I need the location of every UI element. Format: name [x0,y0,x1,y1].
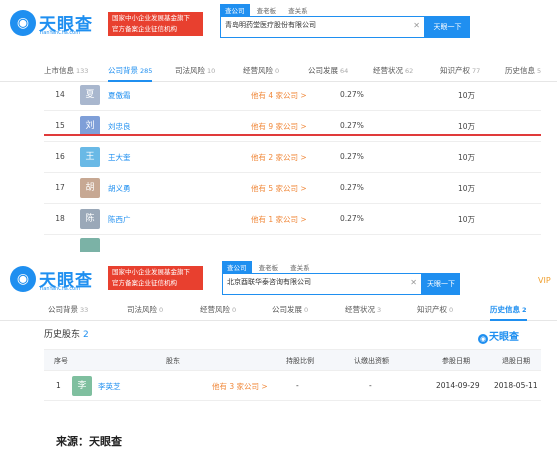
shareholder-name[interactable]: 李英芝 [98,381,121,392]
tab-operating-status[interactable]: 经营状况 3 [345,299,381,321]
section-title: 历史股东 2 [44,330,89,340]
company-count-link[interactable]: 他有 3 家公司 > [212,381,268,392]
table-row: 18 陈 陈西广 他有 1 家公司 > 0.27% 10万 [44,204,541,235]
search-input[interactable] [225,21,398,29]
avatar: 刘 [80,116,100,136]
tab-judicial-risk[interactable]: 司法风险 10 [175,60,215,82]
table-row: 1 李 李英芝 他有 3 家公司 > - - 2014-09-29 2018-0… [44,371,541,401]
tab-operating-risk[interactable]: 经营风险 0 [200,299,236,321]
header-top: ◉ 天眼查 TianYanCha.com 国家中小企业发展基金旗下 官方备案企业… [0,0,557,50]
search-tab-boss[interactable]: 查老板 [254,261,284,273]
search-button[interactable]: 天眼一下 [422,273,460,295]
table-header: 序号 股东 持股比例 认缴出资额 参股日期 退股日期 [44,349,541,371]
badge-line-2: 官方备案企业征信机构 [112,25,177,33]
shareholder-name[interactable]: 夏傲霜 [108,90,131,101]
search-type-tabs: 查公司 查老板 查关系 [220,4,313,16]
exit-date: 2018-05-11 [494,381,538,390]
search-tab-relation[interactable]: 查关系 [285,261,315,273]
search-input[interactable] [227,278,396,286]
search-box: ✕ [220,16,425,38]
search-tab-company[interactable]: 查公司 [220,4,250,16]
share-ratio: 0.27% [340,152,364,161]
table-row: 16 王 王大奎 他有 2 家公司 > 0.27% 10万 [44,142,541,173]
company-count-link[interactable]: 他有 1 家公司 > [251,214,307,225]
avatar: 李 [72,376,92,396]
avatar: 胡 [80,178,100,198]
certification-badge: 国家中小企业发展基金旗下 官方备案企业征信机构 [108,266,203,290]
join-date: 2014-09-29 [436,381,480,390]
search-tab-relation[interactable]: 查关系 [283,4,313,16]
header-bottom: ◉ 天眼查 TianYanCha.com 国家中小企业发展基金旗下 官方备案企业… [0,258,557,298]
table-row: 14 夏 夏傲霜 他有 4 家公司 > 0.27% 10万 [44,80,541,111]
search-tab-company[interactable]: 查公司 [222,261,252,273]
vip-label[interactable]: VIP [538,276,551,285]
tab-intellectual-property[interactable]: 知识产权 77 [440,60,480,82]
certification-badge: 国家中小企业发展基金旗下 官方备案企业征信机构 [108,12,203,36]
tab-history-info[interactable]: 历史信息 5 [505,60,541,82]
badge-line-1: 国家中小企业发展基金旗下 [112,268,190,276]
clear-icon[interactable]: ✕ [413,21,420,30]
tab-company-background[interactable]: 公司背景 285 [108,60,153,82]
tab-company-development[interactable]: 公司发展 0 [272,299,308,321]
logo[interactable]: ◉ 天眼查 TianYanCha.com [10,8,102,42]
search-type-tabs: 查公司 查老板 查关系 [222,261,315,273]
table-row: 15 刘 刘忠良 他有 9 家公司 > 0.27% 10万 [44,111,541,142]
capital-amount: 10万 [458,91,476,100]
clear-icon[interactable]: ✕ [410,278,417,287]
logo-subtitle: TianYanCha.com [39,30,81,36]
tab-listing-info[interactable]: 上市信息 133 [44,60,88,82]
tab-operating-risk[interactable]: 经营风险 0 [243,60,279,82]
tab-operating-status[interactable]: 经营状况 62 [373,60,413,82]
tab-bar-2: 公司背景 33 司法风险 0 经营风险 0 公司发展 0 经营状况 3 知识产权 0 历史信… [0,299,557,321]
capital-amount: 10万 [458,153,476,162]
share-ratio: - [296,381,299,390]
company-count-link[interactable]: 他有 2 家公司 > [251,152,307,163]
tab-company-background[interactable]: 公司背景 33 [48,299,88,321]
share-ratio: 0.27% [340,183,364,192]
avatar: 陈 [80,209,100,229]
company-count-link[interactable]: 他有 4 家公司 > [251,90,307,101]
logo-eye-icon: ◉ [10,266,36,292]
company-count-link[interactable]: 他有 9 家公司 > [251,121,307,132]
avatar: 夏 [80,85,100,105]
brand-eye-icon: ◉ [478,334,488,344]
share-ratio: 0.27% [340,214,364,223]
tab-bar-1: 上市信息 133 公司背景 285 司法风险 10 经营风险 0 公司发展 64 经营状况… [0,60,557,82]
share-ratio: 0.27% [340,121,364,130]
logo-eye-icon: ◉ [10,10,36,36]
subscribed-capital: - [369,381,372,390]
search-box: ✕ [222,273,422,295]
shareholder-name[interactable]: 胡义勇 [108,183,131,194]
logo-subtitle: TianYanCha.com [39,286,81,292]
shareholder-name[interactable]: 陈西广 [108,214,131,225]
logo[interactable]: ◉ 天眼查 TianYanCha.com [10,264,102,298]
company-count-link[interactable]: 他有 5 家公司 > [251,183,307,194]
source-caption: 来源：天眼查 [56,435,122,448]
capital-amount: 10万 [458,215,476,224]
share-ratio: 0.27% [340,90,364,99]
shareholder-name[interactable]: 王大奎 [108,152,131,163]
tab-judicial-risk[interactable]: 司法风险 0 [127,299,163,321]
avatar [80,238,100,252]
table-row: 17 胡 胡义勇 他有 5 家公司 > 0.27% 10万 [44,173,541,204]
tab-company-development[interactable]: 公司发展 64 [308,60,348,82]
search-tab-boss[interactable]: 查老板 [252,4,282,16]
highlight-underline [44,134,541,136]
tab-intellectual-property[interactable]: 知识产权 0 [417,299,453,321]
capital-amount: 10万 [458,122,476,131]
shareholder-name[interactable]: 刘忠良 [108,121,131,132]
capital-amount: 10万 [458,184,476,193]
badge-line-2: 官方备案企业征信机构 [112,279,177,287]
tab-history-info[interactable]: 历史信息 2 [490,299,527,321]
brand-watermark: ◉ 天眼查 [478,332,519,344]
search-button[interactable]: 天眼一下 [425,16,470,38]
avatar: 王 [80,147,100,167]
badge-line-1: 国家中小企业发展基金旗下 [112,14,190,22]
